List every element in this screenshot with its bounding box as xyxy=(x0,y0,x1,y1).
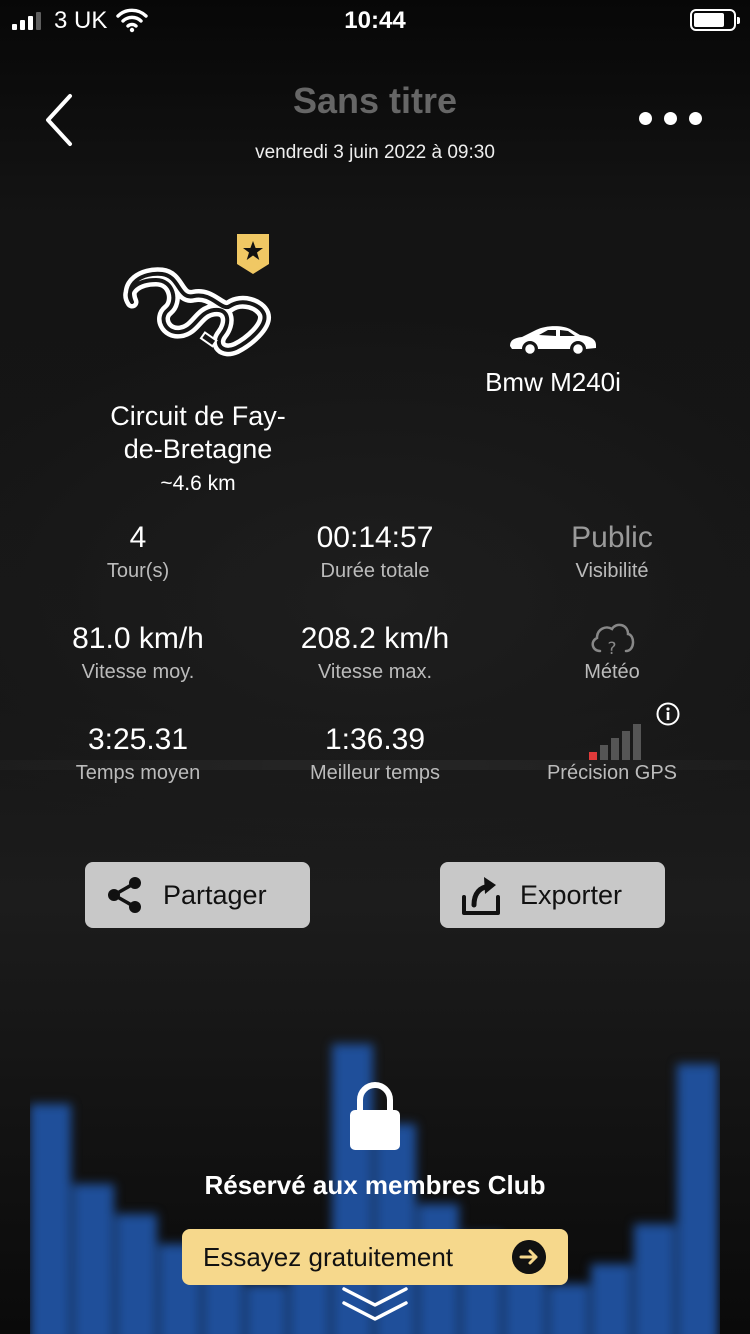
best-time-label: Meilleur temps xyxy=(309,762,441,784)
share-button-label: Partager xyxy=(163,879,267,910)
stat-gps-precision: Précision GPS xyxy=(492,720,732,785)
try-free-button-label: Essayez gratuitement xyxy=(203,1241,454,1272)
blurred-bar xyxy=(245,1284,287,1334)
stat-avg-time: 3:25.31 Temps moyen xyxy=(18,720,258,785)
laps-label: Tour(s) xyxy=(106,560,170,582)
export-icon xyxy=(462,877,500,915)
try-free-button[interactable]: Essayez gratuitement xyxy=(182,1229,568,1285)
circuit-name[interactable]: Circuit de Fay- de-Bretagne xyxy=(78,400,318,466)
share-button[interactable]: Partager xyxy=(85,862,310,928)
visibility-label: Visibilité xyxy=(575,560,649,582)
gps-precision-label: Précision GPS xyxy=(546,762,678,784)
total-time-label: Durée totale xyxy=(320,560,430,582)
laps-value: 4 xyxy=(129,521,147,554)
more-options-icon[interactable] xyxy=(639,112,702,125)
max-speed-value: 208.2 km/h xyxy=(300,622,450,655)
stat-best-time: 1:36.39 Meilleur temps xyxy=(255,720,495,785)
gps-bar xyxy=(589,752,597,760)
weather-label: Météo xyxy=(584,661,640,683)
stat-laps: 4 Tour(s) xyxy=(18,518,258,583)
gps-bar xyxy=(600,745,608,760)
stat-avg-speed: 81.0 km/h Vitesse moy. xyxy=(18,619,258,684)
total-time-value: 00:14:57 xyxy=(316,521,434,554)
arrow-right-circle-icon xyxy=(512,1240,546,1274)
blurred-bar xyxy=(73,1184,115,1334)
battery-icon xyxy=(690,9,740,31)
gps-signal-bars xyxy=(492,720,732,760)
status-time: 10:44 xyxy=(344,7,406,34)
blurred-bar xyxy=(30,1104,72,1334)
avg-time-label: Temps moyen xyxy=(75,762,201,784)
session-title: Sans titre xyxy=(292,80,458,121)
blurred-bar xyxy=(116,1214,158,1334)
members-only-message: Réservé aux membres Club xyxy=(204,1170,546,1200)
gps-bar xyxy=(622,731,630,760)
session-date: vendredi 3 juin 2022 à 09:30 xyxy=(255,142,495,163)
status-bar: 3 UK 10:44 xyxy=(0,0,750,40)
gps-bar xyxy=(611,738,619,760)
export-button[interactable]: Exporter xyxy=(440,862,665,928)
svg-text:?: ? xyxy=(607,639,616,659)
stat-visibility[interactable]: Public Visibilité xyxy=(492,518,732,583)
weather-unknown-cloud-icon: ? xyxy=(591,623,635,659)
stat-weather[interactable]: ? Météo xyxy=(492,619,732,684)
circuit-map-icon[interactable] xyxy=(118,262,280,368)
car-name[interactable]: Bmw M240i xyxy=(440,367,666,398)
stat-total-time: 00:14:57 Durée totale xyxy=(255,518,495,583)
circuit-length: ~4.6 km xyxy=(160,472,236,495)
avg-speed-label: Vitesse moy. xyxy=(81,661,195,683)
stat-max-speed: 208.2 km/h Vitesse max. xyxy=(255,619,495,684)
gps-bar xyxy=(633,724,641,760)
favorite-star-badge-icon xyxy=(237,234,269,274)
lock-icon xyxy=(350,1082,400,1150)
share-icon xyxy=(108,877,141,913)
info-icon[interactable] xyxy=(656,702,680,726)
blurred-bar xyxy=(590,1264,632,1334)
visibility-value: Public xyxy=(571,521,653,554)
blurred-bar xyxy=(633,1224,675,1334)
avg-speed-value: 81.0 km/h xyxy=(72,622,204,655)
car-icon[interactable] xyxy=(506,322,600,358)
avg-time-value: 3:25.31 xyxy=(87,723,189,756)
export-button-label: Exporter xyxy=(520,879,623,910)
max-speed-label: Vitesse max. xyxy=(317,661,433,683)
best-time-value: 1:36.39 xyxy=(324,723,426,756)
blurred-bar xyxy=(547,1284,589,1334)
scroll-down-chevrons-icon[interactable] xyxy=(340,1283,410,1327)
